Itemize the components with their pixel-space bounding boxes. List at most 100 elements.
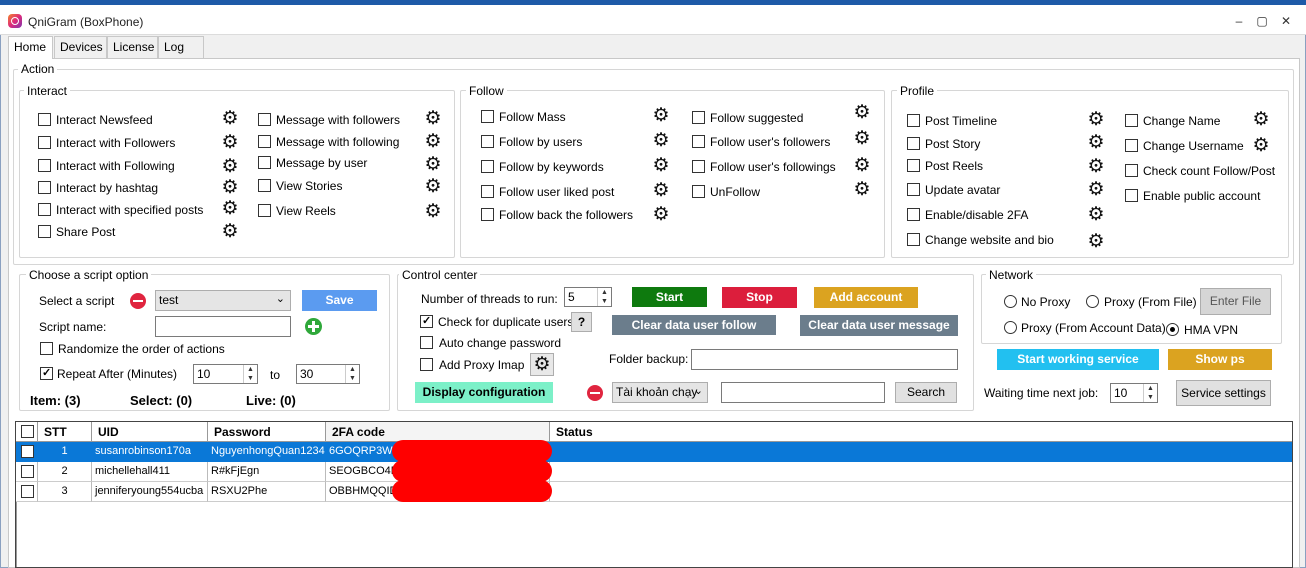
gear-icon[interactable]: ⚙ (1252, 136, 1270, 155)
gear-icon[interactable]: ⚙ (1087, 205, 1105, 224)
help-button[interactable]: ? (571, 312, 592, 332)
view-stories-checkbox[interactable] (258, 179, 271, 192)
change-website-and-bio-checkbox[interactable] (907, 233, 920, 246)
follow-user-liked-post-checkbox[interactable] (481, 185, 494, 198)
gear-icon[interactable]: ⚙ (853, 103, 871, 122)
interact-with-following-checkbox[interactable] (38, 159, 51, 172)
no-proxy-radio[interactable] (1004, 295, 1017, 308)
message-with-following-checkbox[interactable] (258, 135, 271, 148)
clear-message-button[interactable]: Clear data user message (800, 315, 958, 336)
gear-icon[interactable]: ⚙ (424, 177, 442, 196)
gear-icon[interactable]: ⚙ (1252, 110, 1270, 129)
check-count-follow-post-checkbox[interactable] (1125, 164, 1138, 177)
add-script-icon[interactable] (305, 318, 322, 335)
interact-with-specified-posts-checkbox[interactable] (38, 203, 51, 216)
gear-icon[interactable]: ⚙ (221, 199, 239, 218)
change-username-checkbox[interactable] (1125, 139, 1138, 152)
gear-icon[interactable]: ⚙ (652, 156, 670, 175)
follow-suggested-checkbox[interactable] (692, 111, 705, 124)
randomize-checkbox[interactable] (40, 342, 53, 355)
spinner-icon[interactable]: ▲ ▼ (345, 365, 359, 383)
follow-by-users-checkbox[interactable] (481, 135, 494, 148)
gear-icon[interactable]: ⚙ (853, 129, 871, 148)
table-row[interactable]: 3 jenniferyoung554ucba RSXU2Phe OBBHMQQID (16, 482, 1292, 502)
spinner-icon[interactable]: ▲ ▼ (243, 365, 257, 383)
view-reels-checkbox[interactable] (258, 204, 271, 217)
search-input[interactable] (721, 382, 885, 403)
column-header-password[interactable]: Password (208, 422, 326, 442)
post-story-checkbox[interactable] (907, 137, 920, 150)
message-by-user-checkbox[interactable] (258, 156, 271, 169)
change-name-checkbox[interactable] (1125, 114, 1138, 127)
proxy-imap-checkbox[interactable] (420, 358, 433, 371)
gear-icon[interactable]: ⚙ (1087, 180, 1105, 199)
gear-icon[interactable]: ⚙ (853, 156, 871, 175)
unfollow-checkbox[interactable] (692, 185, 705, 198)
interact-with-followers-checkbox[interactable] (38, 136, 51, 149)
gear-icon[interactable]: ⚙ (652, 205, 670, 224)
gear-icon[interactable]: ⚙ (652, 106, 670, 125)
tab-license[interactable]: License (107, 36, 158, 58)
gear-icon[interactable]: ⚙ (424, 155, 442, 174)
follow-user-s-followings-checkbox[interactable] (692, 160, 705, 173)
row-checkbox[interactable] (21, 465, 34, 478)
post-reels-checkbox[interactable] (907, 159, 920, 172)
follow-back-the-followers-checkbox[interactable] (481, 208, 494, 221)
row-checkbox[interactable] (21, 485, 34, 498)
start-button[interactable]: Start (632, 287, 707, 307)
clear-follow-button[interactable]: Clear data user follow (612, 315, 776, 335)
post-timeline-checkbox[interactable] (907, 114, 920, 127)
table-row[interactable]: 2 michellehall411 R#kFjEgn SEOGBCO4R (16, 462, 1292, 482)
remove-script-icon[interactable] (130, 293, 146, 309)
start-working-service-button[interactable]: Start working service (997, 349, 1159, 370)
maximize-icon[interactable]: ▢ (1255, 14, 1269, 28)
column-header-2fa[interactable]: 2FA code (326, 422, 550, 442)
gear-icon[interactable]: ⚙ (652, 131, 670, 150)
select-all-checkbox[interactable] (21, 425, 34, 438)
interact-by-hashtag-checkbox[interactable] (38, 181, 51, 194)
script-select[interactable]: test ⌄ (155, 290, 291, 311)
row-checkbox[interactable] (21, 445, 34, 458)
enable-disable-2fa-checkbox[interactable] (907, 208, 920, 221)
add-account-button[interactable]: Add account (814, 287, 918, 308)
column-header-status[interactable]: Status (550, 422, 1292, 442)
spinner-icon[interactable]: ▲ ▼ (597, 288, 611, 306)
stop-button[interactable]: Stop (722, 287, 797, 308)
proxy-account-radio[interactable] (1004, 321, 1017, 334)
gear-icon[interactable]: ⚙ (221, 222, 239, 241)
hma-vpn-radio[interactable] (1166, 323, 1179, 336)
update-avatar-checkbox[interactable] (907, 183, 920, 196)
tab-devices[interactable]: Devices (54, 36, 107, 58)
service-settings-button[interactable]: Service settings (1176, 380, 1271, 406)
duplicate-check-checkbox[interactable] (420, 314, 433, 328)
folder-backup-input[interactable] (691, 349, 958, 370)
repeat-to-input[interactable]: 30 ▲ ▼ (296, 364, 360, 384)
show-ps-button[interactable]: Show ps (1168, 349, 1272, 370)
proxy-imap-settings-button[interactable]: ⚙ (530, 353, 554, 376)
remove-filter-icon[interactable] (587, 385, 603, 401)
gear-icon[interactable]: ⚙ (1087, 133, 1105, 152)
search-button[interactable]: Search (895, 382, 957, 403)
gear-icon[interactable]: ⚙ (652, 181, 670, 200)
script-name-input[interactable] (155, 316, 291, 337)
gear-icon[interactable]: ⚙ (853, 180, 871, 199)
gear-icon[interactable]: ⚙ (424, 202, 442, 221)
gear-icon[interactable]: ⚙ (1087, 232, 1105, 251)
repeat-from-input[interactable]: 10 ▲ ▼ (193, 364, 258, 384)
share-post-checkbox[interactable] (38, 225, 51, 238)
gear-icon[interactable]: ⚙ (221, 109, 239, 128)
spinner-icon[interactable]: ▲ ▼ (1143, 384, 1157, 402)
message-with-followers-checkbox[interactable] (258, 113, 271, 126)
enable-public-account-checkbox[interactable] (1125, 189, 1138, 202)
gear-icon[interactable]: ⚙ (424, 109, 442, 128)
tab-home[interactable]: Home (8, 36, 53, 59)
column-header-stt[interactable]: STT (38, 422, 92, 442)
gear-icon[interactable]: ⚙ (1087, 110, 1105, 129)
table-row[interactable]: 1 susanrobinson170a NguyenhongQuan1234 6GOQ… (16, 442, 1292, 462)
gear-icon[interactable]: ⚙ (221, 133, 239, 152)
gear-icon[interactable]: ⚙ (221, 178, 239, 197)
proxy-file-radio[interactable] (1086, 295, 1099, 308)
follow-mass-checkbox[interactable] (481, 110, 494, 123)
account-filter-select[interactable]: Tài khoản chạy ⌄ (612, 382, 708, 403)
follow-user-s-followers-checkbox[interactable] (692, 135, 705, 148)
